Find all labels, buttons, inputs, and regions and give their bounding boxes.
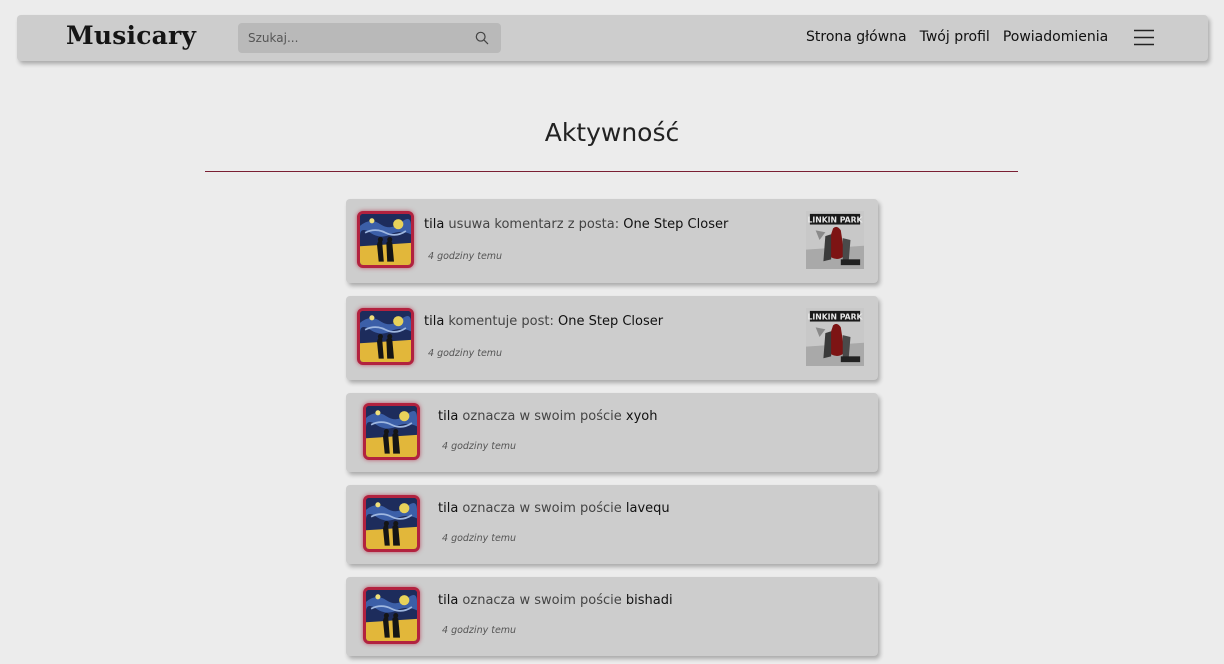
activity-timestamp: 4 godziny temu: [442, 533, 517, 544]
nav-link-profile[interactable]: Twój profil: [920, 29, 990, 45]
activity-user-link[interactable]: tila: [424, 314, 444, 329]
activity-card[interactable]: tila usuwa komentarz z posta: One Step C…: [346, 199, 878, 283]
activity-text: tila oznacza w swoim poście xyoh: [438, 409, 657, 424]
activity-feed: tila usuwa komentarz z posta: One Step C…: [346, 199, 878, 664]
activity-card[interactable]: tila oznacza w swoim poście bishadi 4 go…: [346, 577, 878, 656]
user-avatar[interactable]: [363, 495, 420, 552]
activity-card[interactable]: tila oznacza w swoim poście lavequ 4 god…: [346, 485, 878, 564]
page-title: Aktywność: [544, 118, 680, 147]
avatar-image: [360, 214, 411, 265]
activity-action: oznacza w swoim poście: [458, 409, 626, 424]
nav-link-home[interactable]: Strona główna: [806, 29, 907, 45]
activity-text: tila usuwa komentarz z posta: One Step C…: [424, 217, 728, 232]
search-icon[interactable]: [475, 31, 489, 45]
title-divider: [205, 171, 1018, 172]
activity-text: tila oznacza w swoim poście lavequ: [438, 501, 670, 516]
activity-user-link[interactable]: tila: [424, 217, 444, 232]
user-avatar[interactable]: [357, 211, 414, 268]
album-cover-image: [806, 211, 864, 269]
activity-card[interactable]: tila oznacza w swoim poście xyoh 4 godzi…: [346, 393, 878, 472]
avatar-image: [366, 406, 417, 457]
activity-user-link[interactable]: tila: [438, 409, 458, 424]
activity-action: usuwa komentarz z posta:: [444, 217, 624, 232]
user-avatar[interactable]: [363, 403, 420, 460]
activity-text: tila oznacza w swoim poście bishadi: [438, 593, 673, 608]
avatar-image: [360, 311, 411, 362]
post-thumbnail[interactable]: [806, 308, 864, 366]
activity-action: komentuje post:: [444, 314, 559, 329]
user-avatar[interactable]: [357, 308, 414, 365]
activity-target-link[interactable]: xyoh: [626, 409, 658, 424]
activity-timestamp: 4 godziny temu: [442, 441, 517, 452]
activity-timestamp: 4 godziny temu: [428, 251, 503, 262]
album-cover-image: [806, 308, 864, 366]
activity-action: oznacza w swoim poście: [458, 593, 626, 608]
activity-card[interactable]: tila komentuje post: One Step Closer 4 g…: [346, 296, 878, 380]
activity-action: oznacza w swoim poście: [458, 501, 626, 516]
activity-user-link[interactable]: tila: [438, 593, 458, 608]
avatar-image: [366, 498, 417, 549]
activity-target-link[interactable]: bishadi: [626, 593, 673, 608]
activity-timestamp: 4 godziny temu: [428, 348, 503, 359]
activity-target-link[interactable]: One Step Closer: [623, 217, 728, 232]
avatar-image: [366, 590, 417, 641]
post-thumbnail[interactable]: [806, 211, 864, 269]
search-box: [238, 23, 501, 53]
user-avatar[interactable]: [363, 587, 420, 644]
activity-target-link[interactable]: lavequ: [626, 501, 670, 516]
hamburger-menu-icon[interactable]: [1134, 29, 1154, 46]
nav-link-notifications[interactable]: Powiadomienia: [1003, 29, 1108, 45]
nav-links: Strona główna Twój profil Powiadomienia: [806, 29, 1121, 45]
activity-timestamp: 4 godziny temu: [442, 625, 517, 636]
activity-user-link[interactable]: tila: [438, 501, 458, 516]
app-logo[interactable]: Musicary: [66, 21, 196, 50]
navbar: Musicary Strona główna Twój profil Powia…: [17, 15, 1208, 61]
search-input[interactable]: [238, 23, 468, 53]
activity-target-link[interactable]: One Step Closer: [558, 314, 663, 329]
activity-text: tila komentuje post: One Step Closer: [424, 314, 663, 329]
